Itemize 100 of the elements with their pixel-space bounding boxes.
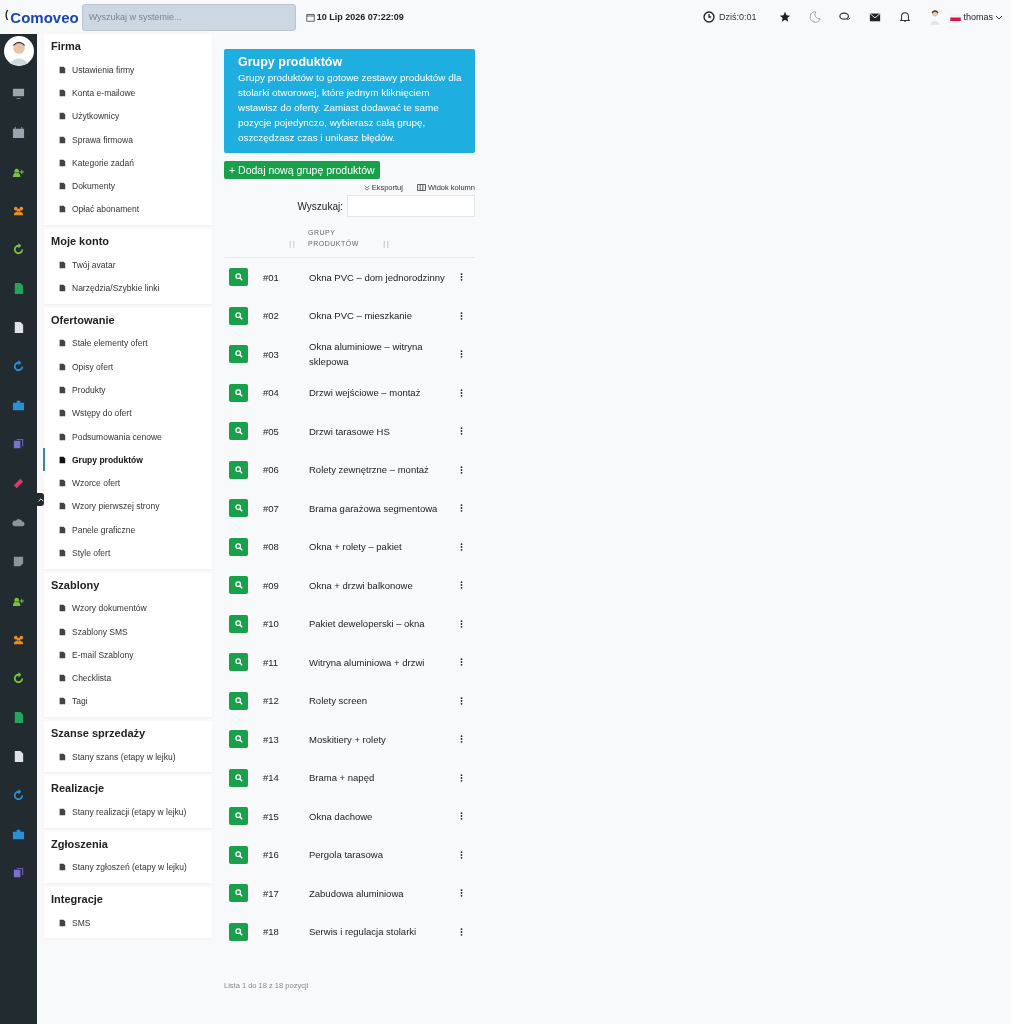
menu-item[interactable]: Checklista xyxy=(43,666,212,690)
menu-item[interactable]: SMS xyxy=(43,911,212,935)
search-icon xyxy=(234,350,243,359)
chat-icon[interactable] xyxy=(839,11,852,23)
menu-item[interactable]: Szablony SMS xyxy=(43,619,212,644)
menu-item[interactable]: Wzory pierwszej strony xyxy=(43,494,212,519)
menu-item[interactable]: Produkty xyxy=(43,378,212,402)
menu-item[interactable]: Opłać abonament xyxy=(43,197,212,222)
menu-item[interactable]: Ustawienia firmy xyxy=(43,58,212,82)
briefcase-icon[interactable] xyxy=(12,828,25,841)
more-icon[interactable] xyxy=(460,465,463,474)
more-icon[interactable] xyxy=(460,504,463,513)
note-icon[interactable] xyxy=(12,555,25,568)
file-icon[interactable] xyxy=(12,750,25,763)
menu-item[interactable]: Narzędzia/Szybkie linki xyxy=(43,276,212,300)
menu-item[interactable]: Wzorce ofert xyxy=(43,471,212,495)
menu-item[interactable]: Stałe elementy ofert xyxy=(43,331,212,355)
view-button[interactable] xyxy=(229,422,248,441)
view-button[interactable] xyxy=(229,576,248,595)
menu-item[interactable]: Panele graficzne xyxy=(43,518,212,542)
view-button[interactable] xyxy=(229,499,248,518)
view-button[interactable] xyxy=(229,730,248,749)
more-icon[interactable] xyxy=(460,581,463,590)
logo[interactable]: (Comoveo xyxy=(5,8,79,26)
view-button[interactable] xyxy=(229,768,248,787)
view-button[interactable] xyxy=(229,691,248,710)
view-button[interactable] xyxy=(229,383,248,402)
refresh-icon[interactable] xyxy=(12,360,25,373)
more-icon[interactable] xyxy=(460,388,463,397)
ticket-icon[interactable] xyxy=(12,477,25,490)
user-avatar-icon[interactable] xyxy=(3,36,34,66)
view-button[interactable] xyxy=(229,922,248,941)
more-icon[interactable] xyxy=(460,542,463,551)
user-avatar-icon[interactable] xyxy=(929,9,942,25)
menu-item[interactable]: Tagi xyxy=(43,689,212,714)
more-icon[interactable] xyxy=(460,889,463,898)
users-icon[interactable] xyxy=(12,204,25,217)
menu-item[interactable]: Dokumenty xyxy=(43,174,212,198)
refresh-icon[interactable] xyxy=(12,243,25,256)
more-icon[interactable] xyxy=(460,658,463,667)
menu-item[interactable]: Stany realizacji (etapy w lejku) xyxy=(43,800,212,824)
menu-item[interactable]: Wzory dokumentów xyxy=(43,596,212,620)
menu-item[interactable]: Kategorie zadań xyxy=(43,151,212,175)
view-button[interactable] xyxy=(229,614,248,633)
table-cell-text: #06 xyxy=(263,464,280,476)
collapse-button[interactable] xyxy=(37,493,44,506)
more-icon[interactable] xyxy=(460,427,463,436)
view-button[interactable] xyxy=(229,653,248,672)
menu-item[interactable]: Wstępy do ofert xyxy=(43,401,212,425)
document-icon xyxy=(58,339,66,348)
refresh-icon[interactable] xyxy=(12,789,25,802)
bell-icon[interactable] xyxy=(899,11,912,23)
monitor-icon[interactable] xyxy=(12,87,25,100)
view-button[interactable] xyxy=(229,537,248,556)
chevron-down-icon xyxy=(363,184,370,191)
more-icon[interactable] xyxy=(460,735,463,744)
more-icon[interactable] xyxy=(460,619,463,628)
cloud-icon[interactable] xyxy=(12,516,25,529)
menu-item[interactable]: Stany zgłoszeń (etapy w lejku) xyxy=(43,855,212,879)
view-button[interactable] xyxy=(229,460,248,479)
more-icon[interactable] xyxy=(460,696,463,705)
menu-item[interactable]: Opisy ofert xyxy=(43,354,212,379)
more-icon[interactable] xyxy=(460,812,463,821)
user-menu[interactable]: thomas xyxy=(963,12,1003,22)
menu-item[interactable]: Sprawa firmowa xyxy=(43,127,212,152)
calendar-icon[interactable] xyxy=(12,126,25,139)
view-button[interactable] xyxy=(229,345,248,364)
menu-item[interactable]: Style ofert xyxy=(43,541,212,565)
menu-item[interactable]: Stany szans (etapy w lejku) xyxy=(43,745,212,769)
view-button[interactable] xyxy=(229,884,248,903)
refresh-icon[interactable] xyxy=(12,672,25,685)
briefcase-icon[interactable] xyxy=(12,399,25,412)
view-button[interactable] xyxy=(229,845,248,864)
file-icon[interactable] xyxy=(12,321,25,334)
table-cell-text: Rolety screen xyxy=(309,694,369,709)
file-icon[interactable] xyxy=(12,282,25,295)
time-counter[interactable]: Dziś:0:01 xyxy=(702,11,757,23)
copy-icon[interactable] xyxy=(12,867,25,880)
more-icon[interactable] xyxy=(460,850,463,859)
users-icon[interactable] xyxy=(12,633,25,646)
file-icon[interactable] xyxy=(12,711,25,724)
menu-item[interactable]: Grupy produktów xyxy=(43,448,212,472)
view-button[interactable] xyxy=(229,306,248,325)
more-icon[interactable] xyxy=(460,311,463,320)
view-button[interactable] xyxy=(229,268,248,287)
menu-item[interactable]: Podsumowania cenowe xyxy=(43,424,212,449)
envelope-icon[interactable] xyxy=(869,11,882,23)
menu-item[interactable]: Konta e-mailowe xyxy=(43,81,212,105)
search-field[interactable] xyxy=(347,195,475,217)
menu-item[interactable]: Użytkownicy xyxy=(43,104,212,128)
menu-item[interactable]: Twój avatar xyxy=(43,253,212,277)
star-icon[interactable] xyxy=(779,11,792,23)
more-icon[interactable] xyxy=(460,350,463,359)
menu-item[interactable]: E-mail Szablony xyxy=(43,643,212,667)
more-icon[interactable] xyxy=(460,273,463,282)
more-icon[interactable] xyxy=(460,773,463,782)
more-icon[interactable] xyxy=(460,927,463,936)
view-button[interactable] xyxy=(229,807,248,826)
search-field[interactable]: Wyszukaj w systemie... xyxy=(81,3,296,31)
copy-icon[interactable] xyxy=(12,438,25,451)
